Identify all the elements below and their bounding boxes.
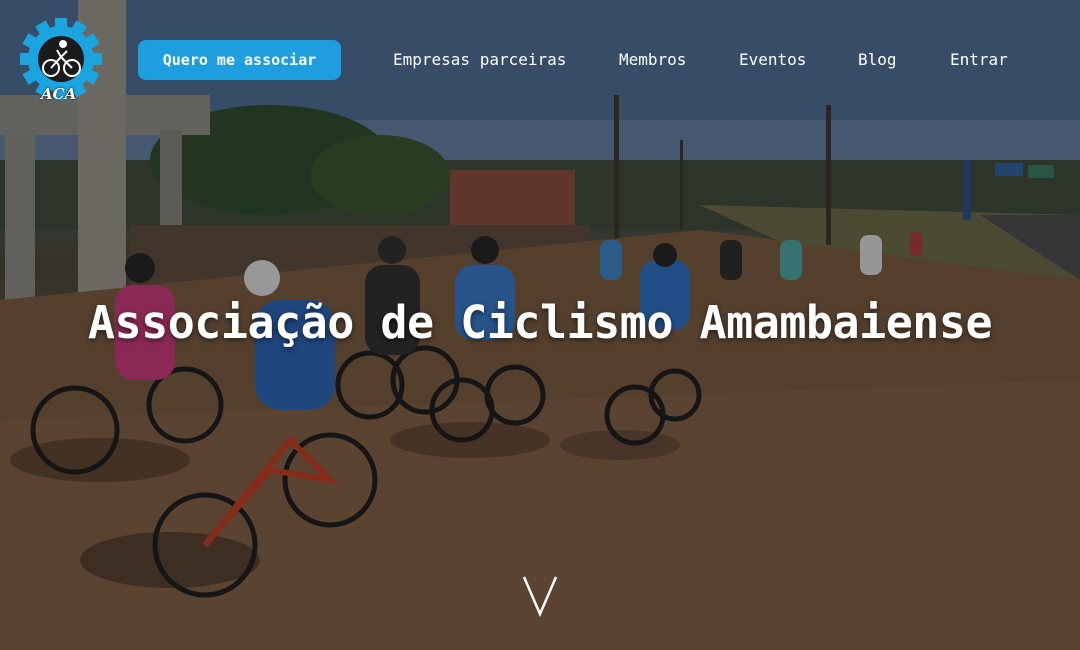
chevron-down-icon[interactable] [521,574,559,618]
nav-link-events[interactable]: Eventos [739,50,806,69]
nav-link-members[interactable]: Membros [619,50,686,69]
hero-title: Associação de Ciclismo Amambaiense [87,296,993,349]
join-association-button[interactable]: Quero me associar [138,40,341,80]
nav-link-login[interactable]: Entrar [950,50,1008,69]
nav-link-partner-companies[interactable]: Empresas parceiras [393,50,566,69]
nav-link-blog[interactable]: Blog [858,50,897,69]
logo-text: ACA [41,85,77,103]
